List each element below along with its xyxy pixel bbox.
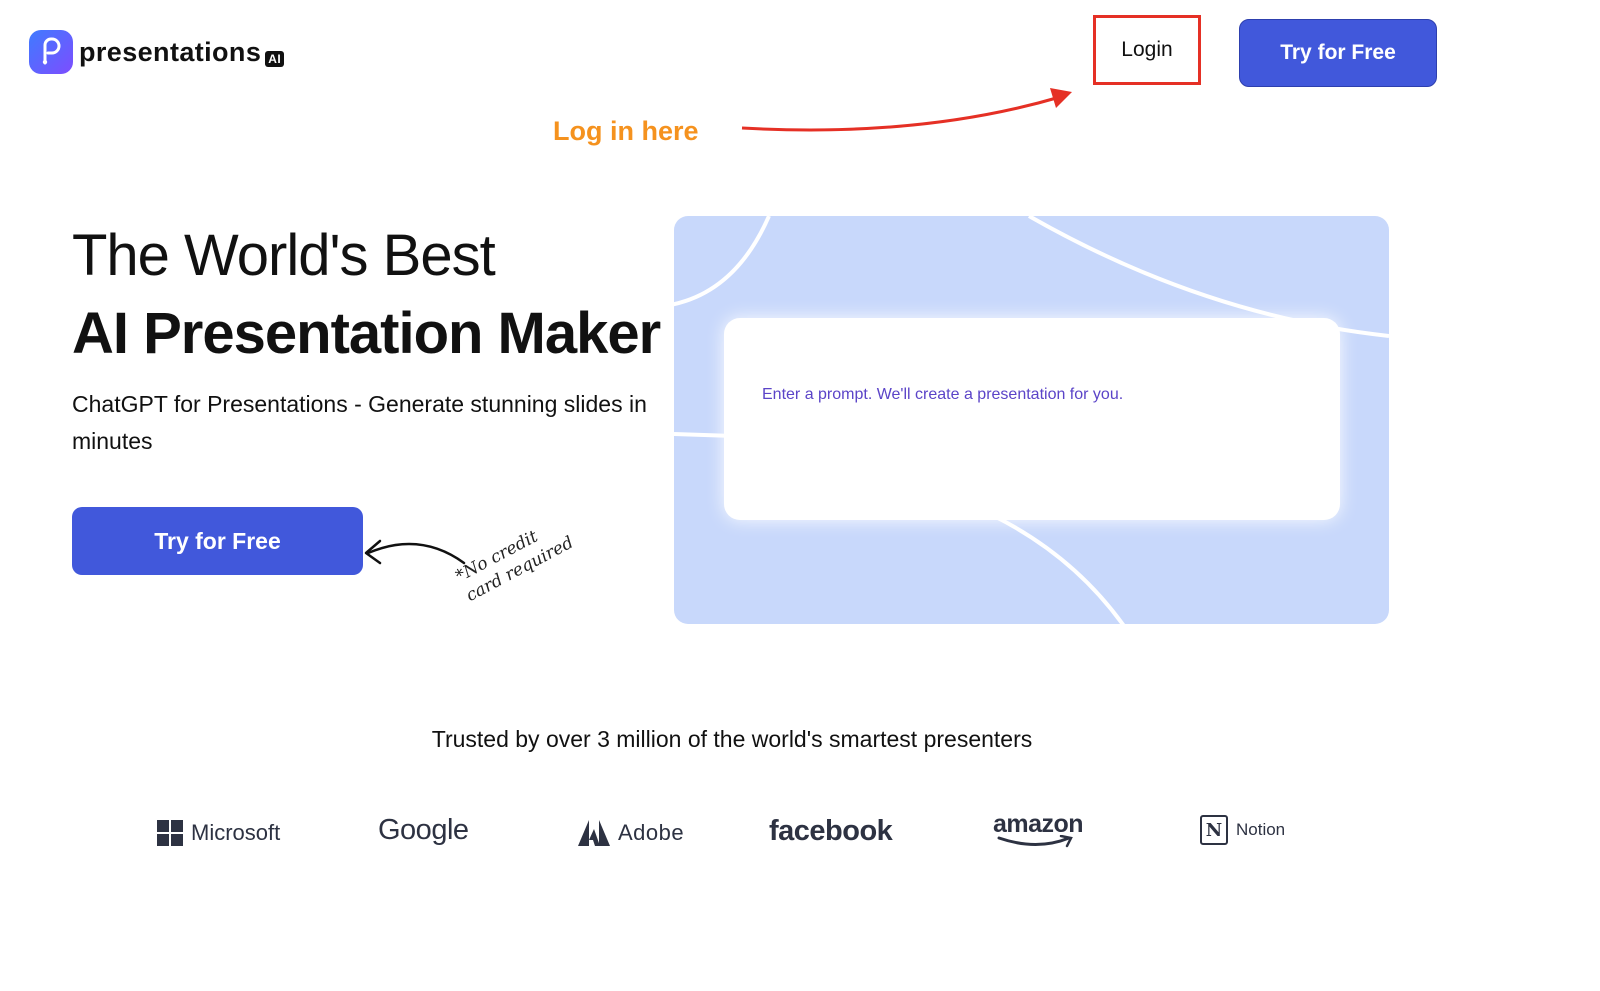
notion-text: Notion xyxy=(1236,820,1286,839)
adobe-icon xyxy=(578,820,610,846)
amazon-logo: amazon xyxy=(993,810,1084,848)
adobe-logo: Adobe xyxy=(578,820,684,846)
notion-logo: N Notion xyxy=(1200,815,1285,845)
prompt-panel: Enter a prompt. We'll create a presentat… xyxy=(674,216,1389,624)
hero-title-line1: The World's Best xyxy=(72,223,496,288)
landing-page: presentations AI Login Try for Free Log i… xyxy=(0,0,1600,991)
logo-wordmark: presentations AI xyxy=(79,36,285,68)
header-try-free-button[interactable]: Try for Free xyxy=(1239,19,1437,87)
logo-text: presentations xyxy=(79,36,262,67)
hero-subtitle: ChatGPT for Presentations - Generate stu… xyxy=(72,391,647,454)
brand-logo[interactable]: presentations AI xyxy=(29,30,285,74)
trusted-by-text: Trusted by over 3 million of the world's… xyxy=(431,726,1033,752)
facebook-text: facebook xyxy=(769,815,893,847)
microsoft-icon xyxy=(157,820,183,846)
prompt-input[interactable]: Enter a prompt. We'll create a presentat… xyxy=(724,318,1340,520)
microsoft-text: Microsoft xyxy=(191,820,281,845)
facebook-logo: facebook xyxy=(769,815,893,848)
hero-try-free-button[interactable]: Try for Free xyxy=(72,507,363,575)
login-button[interactable]: Login xyxy=(1093,15,1201,85)
notion-icon: N xyxy=(1200,815,1228,845)
google-logo: Google xyxy=(378,814,469,847)
google-text: Google xyxy=(378,814,469,846)
microsoft-logo: Microsoft xyxy=(157,820,280,846)
brand-logos-row: Microsoft Google Adobe facebook amazon N… xyxy=(0,810,1600,858)
adobe-text: Adobe xyxy=(618,820,685,845)
annotation-label: Log in here xyxy=(553,116,699,146)
prompt-placeholder: Enter a prompt. We'll create a presentat… xyxy=(762,386,1124,403)
amazon-smile-icon xyxy=(997,835,1073,848)
amazon-text: amazon xyxy=(993,810,1084,838)
logo-ai-badge: AI xyxy=(265,50,285,67)
logo-p-icon xyxy=(29,30,73,74)
no-credit-card-note: *No credit card required xyxy=(452,526,577,606)
hero-title-line2: AI Presentation Maker xyxy=(72,301,661,366)
